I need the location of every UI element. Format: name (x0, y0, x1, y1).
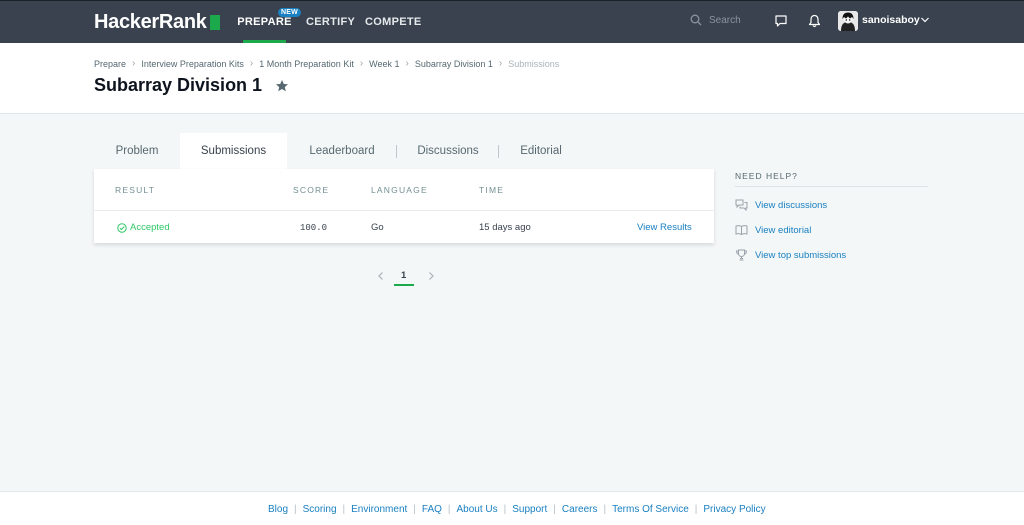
view-editorial-label: View editorial (755, 224, 812, 236)
view-top-submissions-link[interactable]: View top submissions (735, 249, 846, 261)
submission-time: 15 days ago (479, 222, 531, 233)
nav-compete-label: COMPETE (365, 15, 422, 28)
pagination: 1 (374, 268, 436, 288)
chevron-right-icon: › (249, 58, 254, 69)
submissions-table: RESULT SCORE LANGUAGE TIME Accepted 100.… (94, 169, 714, 243)
tab-submissions-label: Submissions (200, 145, 267, 157)
tab-problem-label: Problem (115, 145, 159, 157)
submission-result: Accepted (117, 222, 170, 233)
tab-discussions[interactable]: Discussions (397, 133, 499, 169)
logo-mark (209, 15, 220, 30)
breadcrumb-prepare[interactable]: Prepare (94, 59, 126, 69)
footer-link-scoring[interactable]: Scoring (303, 504, 337, 515)
view-discussions-label: View discussions (755, 199, 828, 211)
chevron-right-icon[interactable] (427, 271, 435, 281)
header-divider (94, 210, 714, 211)
challenge-tabs: Problem Submissions Leaderboard Discussi… (94, 133, 583, 169)
nav-certify[interactable]: CERTIFY (306, 0, 355, 43)
nav-compete[interactable]: COMPETE (365, 0, 422, 43)
hackerrank-logo[interactable]: HackerRank (94, 11, 220, 33)
page-title: Subarray Division 1 (94, 75, 263, 95)
notifications-bell-icon[interactable] (808, 14, 821, 28)
footer: Blog | Scoring | Environment | FAQ | Abo… (0, 491, 1024, 525)
chevron-right-icon: › (498, 58, 503, 69)
nav-certify-label: CERTIFY (306, 15, 356, 28)
footer-links: Blog | Scoring | Environment | FAQ | Abo… (268, 504, 766, 515)
footer-link-careers[interactable]: Careers (562, 504, 598, 515)
footer-separator: | (503, 504, 507, 515)
breadcrumb-week-1[interactable]: Week 1 (369, 59, 399, 69)
active-page-indicator (394, 284, 414, 286)
chevron-down-icon[interactable] (920, 15, 930, 25)
footer-separator: | (603, 504, 607, 515)
footer-separator: | (694, 504, 698, 515)
need-help-title: NEED HELP? (735, 171, 798, 181)
top-navbar: HackerRank PREPARE NEW CERTIFY COMPETE S… (0, 0, 1024, 43)
search-placeholder: Search (709, 14, 741, 26)
bookmark-star-icon[interactable] (275, 79, 289, 93)
view-results-link[interactable]: View Results (637, 222, 692, 233)
chevron-right-icon: › (359, 58, 364, 69)
footer-link-faq[interactable]: FAQ (422, 504, 442, 515)
chevron-left-icon[interactable] (377, 271, 385, 281)
tab-problem[interactable]: Problem (94, 133, 180, 169)
tab-discussions-label: Discussions (417, 145, 479, 157)
username[interactable]: sanoisaboy (862, 14, 920, 26)
new-badge: NEW (278, 8, 301, 17)
book-icon (735, 225, 748, 236)
tab-submissions[interactable]: Submissions (180, 133, 287, 169)
logo-text: HackerRank (94, 10, 207, 33)
footer-link-blog[interactable]: Blog (268, 504, 288, 515)
tab-leaderboard[interactable]: Leaderboard (287, 133, 397, 169)
breadcrumb-current: Submissions (508, 58, 560, 69)
chevron-right-icon: › (405, 58, 409, 69)
breadcrumb: Prepare › Interview Preparation Kits › 1… (94, 58, 559, 69)
search-icon (690, 14, 702, 26)
footer-separator: | (553, 504, 556, 515)
tab-leaderboard-label: Leaderboard (309, 145, 375, 157)
submission-language: Go (371, 222, 384, 233)
breadcrumb-interview-kits[interactable]: Interview Preparation Kits (141, 59, 244, 69)
footer-separator: | (447, 504, 451, 515)
footer-link-about-us[interactable]: About Us (457, 504, 498, 515)
result-label: Accepted (130, 222, 170, 233)
breadcrumb-challenge[interactable]: Subarray Division 1 (415, 59, 493, 69)
trophy-icon (735, 249, 748, 261)
nav-prepare[interactable]: PREPARE (237, 0, 291, 43)
user-avatar[interactable] (838, 11, 858, 31)
footer-separator: | (342, 504, 346, 515)
check-circle-icon (117, 222, 127, 233)
view-editorial-link[interactable]: View editorial (735, 224, 811, 236)
page-header: Prepare › Interview Preparation Kits › 1… (0, 43, 1024, 114)
discussions-icon (735, 199, 748, 211)
footer-separator: | (413, 504, 416, 515)
view-discussions-link[interactable]: View discussions (735, 199, 827, 211)
column-header-language: LANGUAGE (371, 185, 428, 195)
column-header-score: SCORE (293, 185, 330, 195)
footer-link-privacy[interactable]: Privacy Policy (703, 504, 765, 515)
breadcrumb-1-month-kit[interactable]: 1 Month Preparation Kit (259, 59, 354, 69)
footer-link-support[interactable]: Support (512, 504, 547, 515)
page-number[interactable]: 1 (401, 270, 406, 281)
search-input[interactable]: Search (690, 14, 741, 26)
tab-editorial[interactable]: Editorial (499, 133, 583, 169)
footer-link-terms[interactable]: Terms Of Service (612, 504, 689, 515)
messages-icon[interactable] (774, 14, 788, 28)
tab-editorial-label: Editorial (520, 145, 562, 157)
need-help-divider (735, 186, 928, 187)
column-header-result: RESULT (115, 185, 156, 195)
column-header-time: TIME (479, 185, 505, 195)
nav-prepare-label: PREPARE (237, 15, 292, 28)
chevron-right-icon: › (132, 58, 136, 69)
view-top-submissions-label: View top submissions (755, 249, 847, 261)
footer-separator: | (294, 504, 297, 515)
submission-score: 100.0 (300, 223, 328, 233)
footer-link-environment[interactable]: Environment (351, 504, 407, 515)
